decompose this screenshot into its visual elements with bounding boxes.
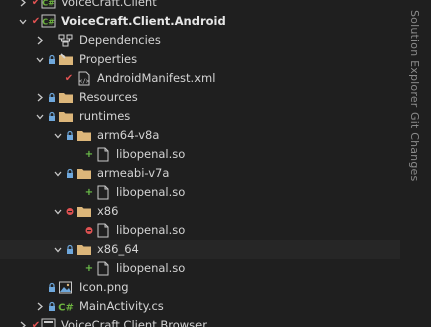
added-plus-icon: +: [84, 263, 94, 274]
added-plus-icon: +: [84, 149, 94, 160]
tab-git-changes[interactable]: Git Changes: [408, 112, 421, 181]
tree-item-icon-png[interactable]: Icon.png: [0, 278, 400, 297]
lock-icon: [65, 130, 75, 141]
image-file-icon: [58, 280, 74, 295]
collapse-arrow-icon[interactable]: [35, 110, 45, 123]
folder-icon: [58, 109, 74, 124]
csharp-file-icon: C#: [58, 299, 74, 314]
properties-folder-icon: [58, 52, 74, 67]
tree-item-voicecraft-client-android[interactable]: ✔ C# VoiceCraft.Client.Android: [0, 12, 400, 31]
tree-item-runtimes[interactable]: runtimes: [0, 107, 400, 126]
expand-arrow-icon[interactable]: [18, 0, 28, 9]
tree-item-label: VoiceCraft.Client.Android: [61, 14, 226, 28]
csharp-project-icon: C#: [41, 14, 57, 29]
tree-item-libopenal-x86[interactable]: libopenal.so: [0, 221, 400, 240]
expand-arrow-icon[interactable]: [35, 300, 45, 313]
tab-solution-explorer[interactable]: Solution Explorer: [408, 10, 421, 108]
file-icon: [95, 185, 111, 200]
folder-icon: [58, 90, 74, 105]
lock-icon: [47, 54, 57, 65]
tree-item-label: Resources: [79, 90, 138, 104]
checked-in-icon: ✔: [31, 16, 41, 27]
tree-item-label: libopenal.so: [116, 223, 186, 237]
folder-icon: [76, 128, 92, 143]
tree-item-label: armeabi-v7a: [97, 166, 170, 180]
tree-item-label: VoiceCraft.Client.Browser: [61, 318, 207, 327]
collapse-arrow-icon[interactable]: [35, 53, 45, 66]
checked-in-icon: ✔: [31, 0, 41, 8]
folder-icon: [76, 242, 92, 257]
tree-item-mainactivity[interactable]: C# MainActivity.cs: [0, 297, 400, 316]
lock-icon: [65, 168, 75, 179]
excluded-icon: [84, 225, 94, 236]
tree-item-label: Icon.png: [79, 280, 129, 294]
tree-item-voicecraft-client-browser[interactable]: ✔ VoiceCraft.Client.Browser: [0, 316, 400, 327]
xml-file-icon: </>: [76, 71, 92, 86]
file-icon: [95, 223, 111, 238]
dependencies-icon: [58, 33, 74, 48]
tree-item-resources[interactable]: Resources: [0, 88, 400, 107]
tree-item-dependencies[interactable]: Dependencies: [0, 31, 400, 50]
side-tab-strip: Solution Explorer Git Changes: [401, 0, 431, 327]
tree-item-label: Properties: [79, 52, 138, 66]
tree-item-properties[interactable]: Properties: [0, 50, 400, 69]
collapse-arrow-icon[interactable]: [53, 167, 63, 180]
expand-arrow-icon[interactable]: [18, 319, 28, 327]
folder-icon: [76, 204, 92, 219]
tree-item-armeabi-v7a[interactable]: armeabi-v7a: [0, 164, 400, 183]
solution-tree: ✔ C# VoiceCraft.Client ✔ C# VoiceCraft.C…: [0, 0, 400, 327]
lock-icon: [47, 111, 57, 122]
tree-item-label: libopenal.so: [116, 147, 186, 161]
tree-item-label: VoiceCraft.Client: [61, 0, 157, 9]
lock-icon: [47, 282, 57, 293]
tree-item-label: x86_64: [97, 242, 139, 256]
svg-text:C#: C#: [42, 0, 55, 8]
collapse-arrow-icon[interactable]: [53, 129, 63, 142]
tree-item-label: x86: [97, 204, 119, 218]
svg-text:</>: </>: [79, 78, 90, 85]
svg-text:C#: C#: [58, 303, 74, 314]
tree-item-libopenal-armeabi[interactable]: + libopenal.so: [0, 183, 400, 202]
collapse-arrow-icon[interactable]: [53, 243, 63, 256]
svg-text:C#: C#: [42, 18, 55, 27]
tree-item-libopenal-x86-64[interactable]: + libopenal.so: [0, 259, 400, 278]
lock-icon: [47, 301, 57, 312]
tree-item-label: AndroidManifest.xml: [97, 71, 216, 85]
tree-item-label: arm64-v8a: [97, 128, 160, 142]
tree-item-libopenal-arm64[interactable]: + libopenal.so: [0, 145, 400, 164]
folder-icon: [76, 166, 92, 181]
collapse-arrow-icon[interactable]: [53, 205, 63, 218]
lock-icon: [47, 92, 57, 103]
file-icon: [95, 147, 111, 162]
file-icon: [95, 261, 111, 276]
expand-arrow-icon[interactable]: [35, 91, 45, 104]
tree-item-x86[interactable]: x86: [0, 202, 400, 221]
tree-item-androidmanifest[interactable]: ✔ </> AndroidManifest.xml: [0, 69, 400, 88]
csharp-project-icon: C#: [41, 0, 57, 10]
tree-item-voicecraft-client[interactable]: ✔ C# VoiceCraft.Client: [0, 0, 400, 12]
lock-icon: [65, 244, 75, 255]
checked-in-icon: ✔: [64, 73, 74, 84]
tree-item-x86-64[interactable]: x86_64: [0, 240, 400, 259]
tree-item-label: libopenal.so: [116, 261, 186, 275]
added-plus-icon: +: [84, 187, 94, 198]
tree-item-label: libopenal.so: [116, 185, 186, 199]
collapse-arrow-icon[interactable]: [18, 15, 28, 28]
expand-arrow-icon[interactable]: [35, 34, 45, 47]
excluded-icon: [65, 206, 75, 217]
project-icon: [41, 318, 57, 327]
tree-item-label: runtimes: [79, 109, 131, 123]
tree-item-arm64-v8a[interactable]: arm64-v8a: [0, 126, 400, 145]
tree-item-label: MainActivity.cs: [79, 299, 164, 313]
checked-in-icon: ✔: [31, 320, 41, 327]
tree-item-label: Dependencies: [79, 33, 161, 47]
